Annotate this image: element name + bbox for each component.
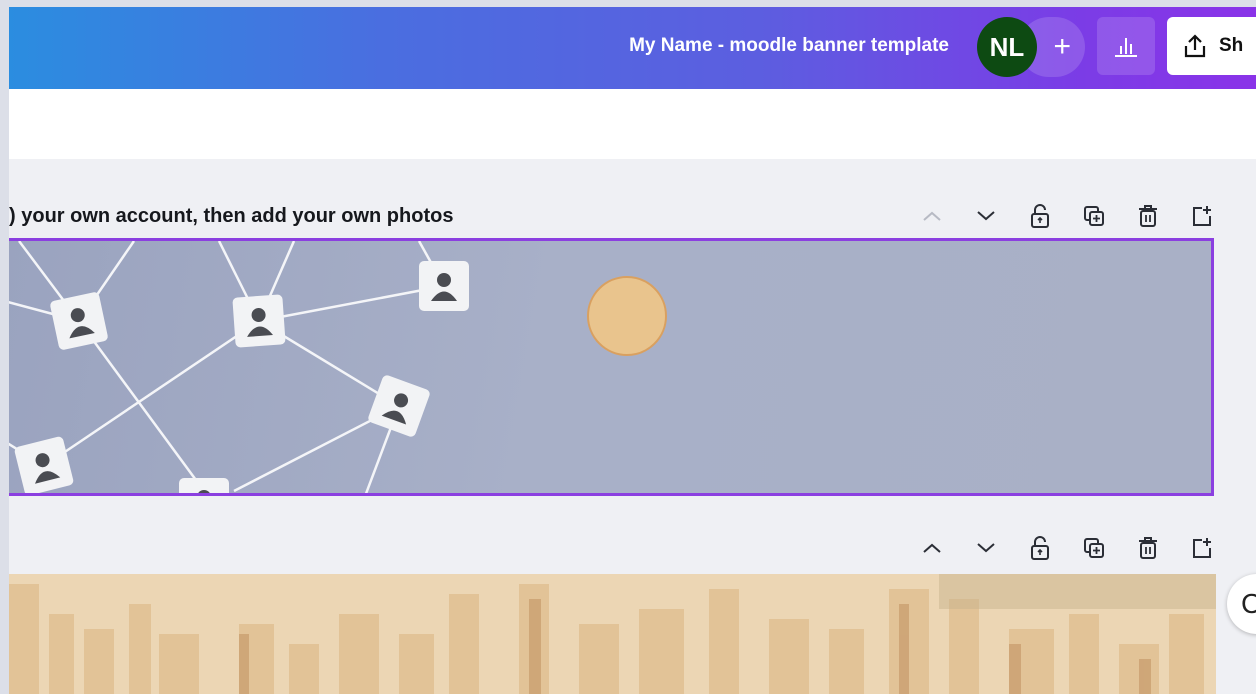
top-bar: My Name - moodle banner template + NL Sh (9, 7, 1256, 89)
duplicate-button[interactable] (1076, 200, 1112, 232)
page-2-banner[interactable] (9, 574, 1216, 694)
chevron-up-icon (923, 211, 941, 221)
page-1-title[interactable]: ) your own account, then add your own ph… (9, 205, 453, 228)
chevron-down-icon (977, 211, 995, 221)
duplicate-button[interactable] (1076, 532, 1112, 564)
city-image (9, 574, 1216, 694)
share-icon (1184, 34, 1206, 58)
lock-icon (1031, 204, 1049, 228)
delete-button[interactable] (1130, 532, 1166, 564)
editor-toolbar (9, 89, 1256, 159)
avatar[interactable]: NL (977, 17, 1037, 77)
page-1-banner[interactable] (9, 238, 1214, 496)
side-help-label: C (1241, 588, 1256, 619)
share-button[interactable]: Sh (1167, 17, 1256, 75)
share-label: Sh (1219, 35, 1244, 56)
page-2-controls (914, 532, 1220, 564)
page-1-title-prefix: ) (9, 205, 16, 227)
move-down-button[interactable] (968, 532, 1004, 564)
page-1-controls (914, 200, 1220, 232)
add-page-button[interactable] (1184, 532, 1220, 564)
bar-chart-icon (1115, 38, 1137, 57)
trash-icon (1139, 205, 1157, 227)
move-up-button[interactable] (914, 200, 950, 232)
page-1-title-text: your own account, then add your own phot… (21, 205, 454, 227)
document-title[interactable]: My Name - moodle banner template (569, 35, 949, 57)
insights-button[interactable] (1097, 17, 1155, 75)
delete-button[interactable] (1130, 200, 1166, 232)
click-indicator (587, 276, 667, 356)
add-page-icon (1193, 538, 1211, 558)
plus-icon: + (1053, 30, 1071, 63)
move-up-button[interactable] (914, 532, 950, 564)
lock-button[interactable] (1022, 532, 1058, 564)
move-down-button[interactable] (968, 200, 1004, 232)
lock-button[interactable] (1022, 200, 1058, 232)
add-page-icon (1193, 206, 1211, 226)
add-page-button[interactable] (1184, 200, 1220, 232)
chevron-down-icon (977, 543, 995, 553)
editor-frame: My Name - moodle banner template + NL Sh… (9, 7, 1256, 694)
duplicate-icon (1084, 206, 1104, 226)
chevron-up-icon (923, 543, 941, 553)
trash-icon (1139, 537, 1157, 559)
lock-icon (1031, 536, 1049, 560)
side-help-button[interactable]: C (1227, 574, 1256, 634)
duplicate-icon (1084, 538, 1104, 558)
